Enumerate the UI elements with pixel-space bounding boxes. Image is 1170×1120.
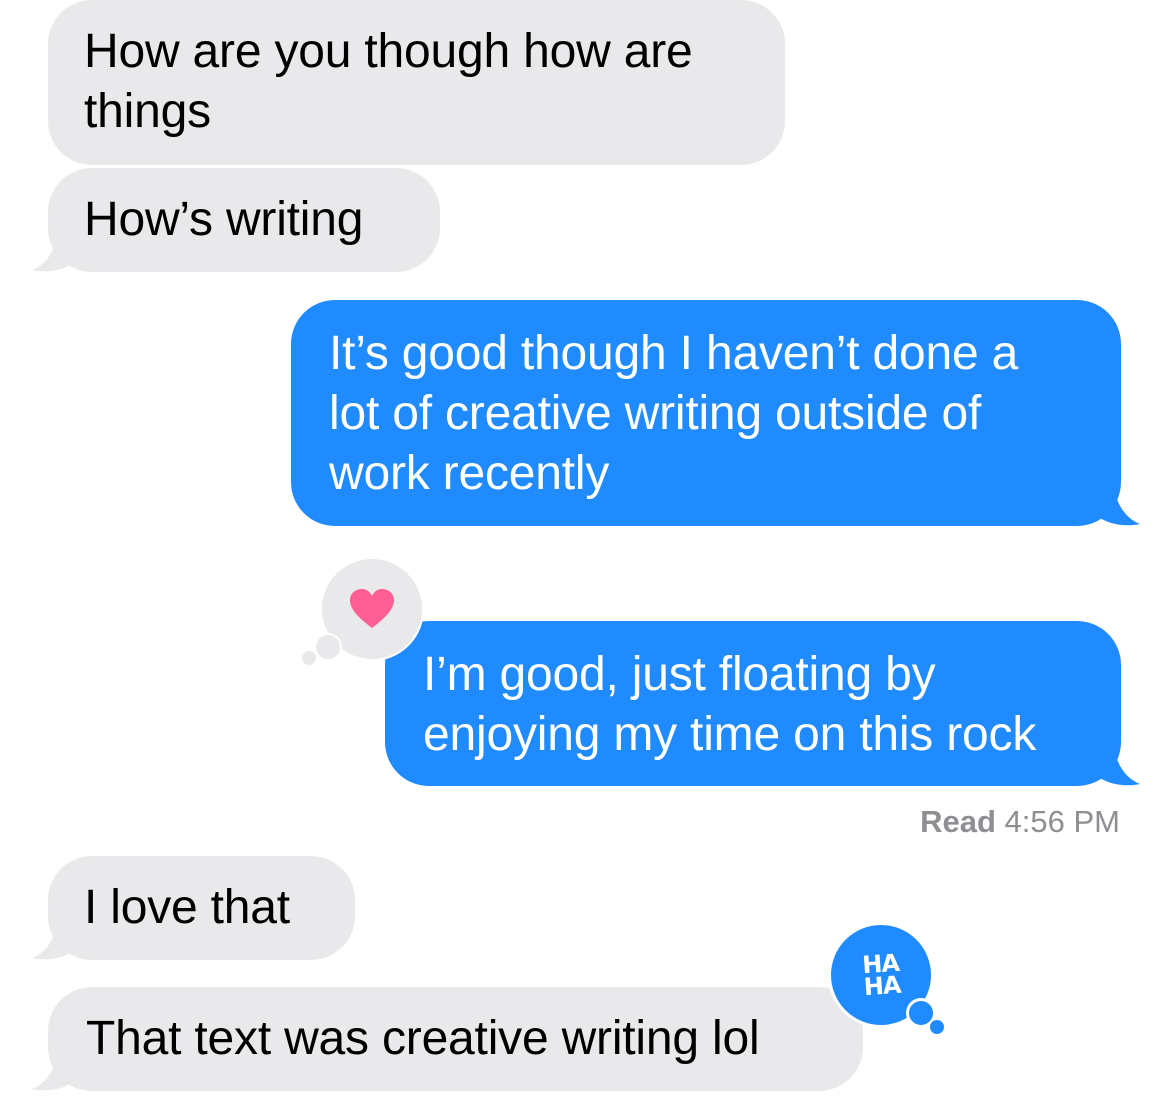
received-message-bubble[interactable]: How’s writing: [48, 168, 440, 272]
sent-message-bubble[interactable]: I’m good, just floating by enjoying my t…: [385, 621, 1121, 786]
tapback-heart[interactable]: [300, 555, 425, 670]
read-time: 4:56 PM: [1004, 804, 1120, 839]
bubble-tail: [1094, 742, 1140, 786]
message-text: I love that: [84, 881, 290, 934]
bubble-tail: [32, 916, 78, 960]
haha-line-2: HA: [862, 970, 902, 1002]
received-message-bubble[interactable]: I love that: [48, 856, 355, 960]
read-label: Read: [920, 804, 996, 839]
haha-icon: HA HA: [861, 949, 902, 1002]
tapback-tail-dot: [930, 1020, 944, 1034]
heart-icon: [350, 589, 394, 628]
message-text: How are you though how are things: [84, 25, 693, 138]
tapback-haha[interactable]: HA HA: [826, 920, 951, 1035]
sent-message-bubble[interactable]: It’s good though I haven’t done a lot of…: [291, 300, 1121, 526]
message-text: It’s good though I haven’t done a lot of…: [329, 327, 1019, 500]
read-receipt: Read 4:56 PM: [920, 804, 1120, 840]
bubble-tail: [32, 1047, 78, 1091]
bubble-tail: [32, 228, 78, 272]
received-message-bubble[interactable]: That text was creative writing lol: [48, 987, 863, 1091]
tapback-tail-dot: [314, 633, 342, 661]
tapback-tail-dot: [302, 651, 316, 665]
message-text: How’s writing: [84, 193, 364, 246]
received-message-bubble[interactable]: How are you though how are things: [48, 0, 785, 165]
bubble-tail: [1094, 482, 1140, 526]
message-text: I’m good, just floating by enjoying my t…: [423, 648, 1037, 761]
message-text: That text was creative writing lol: [86, 1012, 760, 1065]
